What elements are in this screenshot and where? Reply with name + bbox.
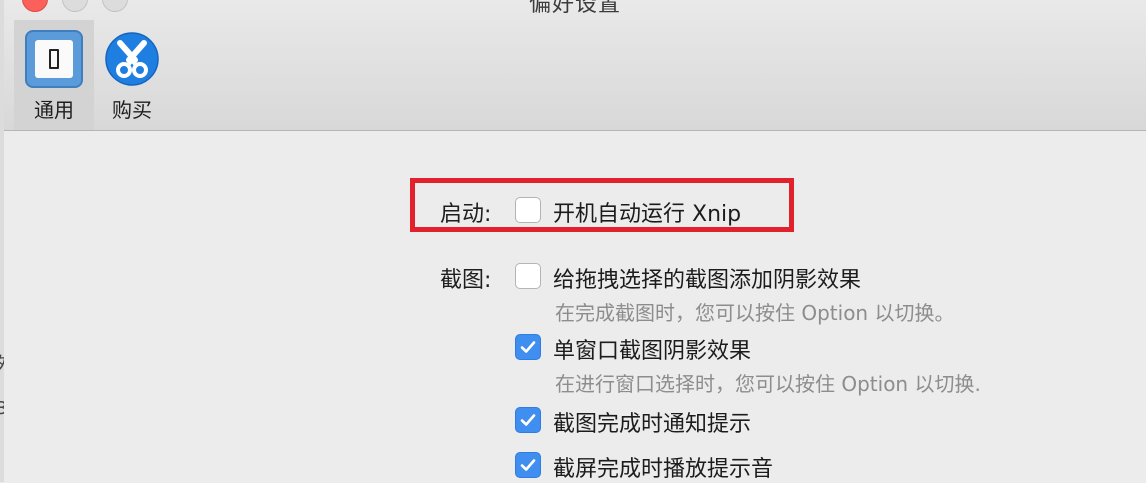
window-shadow-hint: 在进行窗口选择时，您可以按住 Option 以切换. [555, 372, 981, 396]
capture-notification-checkbox[interactable] [515, 407, 541, 433]
capture-label: 截图: [440, 268, 492, 293]
tab-general[interactable]: 通用 [14, 20, 94, 130]
tab-purchase-label: 购买 [112, 98, 152, 122]
launch-at-login-checkbox[interactable] [515, 197, 541, 223]
startup-label: 启动: [440, 202, 492, 227]
xnip-scissors-icon [103, 30, 161, 88]
preferences-toolbar: 偏好设置 通用 购买 [4, 0, 1146, 131]
checkmark-icon [520, 341, 536, 353]
checkmark-icon [520, 414, 536, 426]
launch-at-login-label: 开机自动运行 Xnip [553, 202, 742, 227]
checkmark-icon [520, 459, 536, 471]
tab-purchase[interactable]: 购买 [92, 20, 172, 130]
capture-sound-checkbox[interactable] [515, 452, 541, 478]
window-title: 偏好设置 [528, 0, 621, 17]
tab-general-label: 通用 [34, 98, 74, 122]
drag-selection-shadow-hint: 在完成截图时，您可以按住 Option 以切换。 [555, 301, 955, 325]
window-shadow-label: 单窗口截图阴影效果 [553, 339, 752, 364]
capture-notification-label: 截图完成时通知提示 [553, 412, 752, 437]
drag-selection-shadow-checkbox[interactable] [515, 263, 541, 289]
window-shadow-checkbox[interactable] [515, 334, 541, 360]
drag-selection-shadow-label: 给拖拽选择的截图添加阴影效果 [553, 268, 862, 293]
switch-icon [25, 30, 83, 88]
capture-sound-label: 截屏完成时播放提示音 [553, 457, 774, 482]
